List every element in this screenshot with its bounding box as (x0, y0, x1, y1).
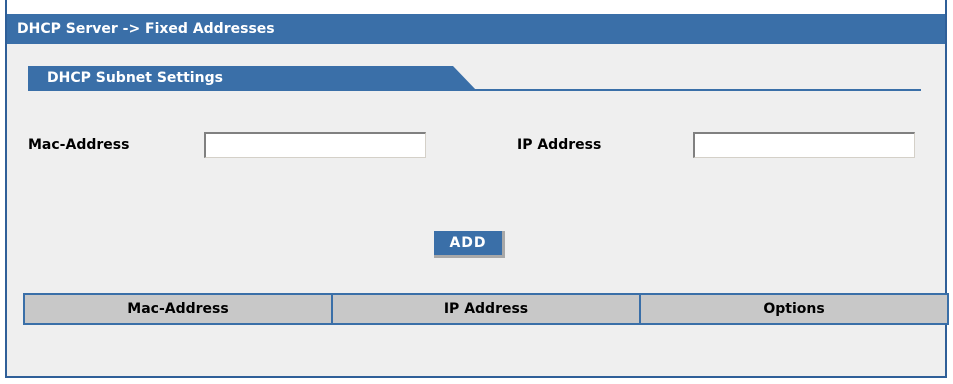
section-divider (28, 89, 921, 91)
column-header-options: Options (763, 301, 825, 317)
main-panel: DHCP Server -> Fixed Addresses DHCP Subn… (5, 0, 949, 378)
column-header-ip-address: IP Address (333, 295, 641, 323)
section-tab: DHCP Subnet Settings (28, 66, 477, 91)
ip-address-input[interactable] (693, 132, 915, 158)
add-button[interactable]: ADD (434, 231, 505, 258)
mac-address-label: Mac-Address (28, 137, 130, 153)
mac-address-input[interactable] (204, 132, 426, 158)
section-title: DHCP Subnet Settings (47, 70, 223, 86)
page-title: DHCP Server -> Fixed Addresses (7, 14, 945, 44)
table-header: Mac-Address IP Address Options (23, 293, 949, 325)
top-strip (7, 0, 945, 14)
column-header-mac-address: Mac-Address (25, 295, 333, 323)
ip-address-label: IP Address (517, 137, 602, 153)
